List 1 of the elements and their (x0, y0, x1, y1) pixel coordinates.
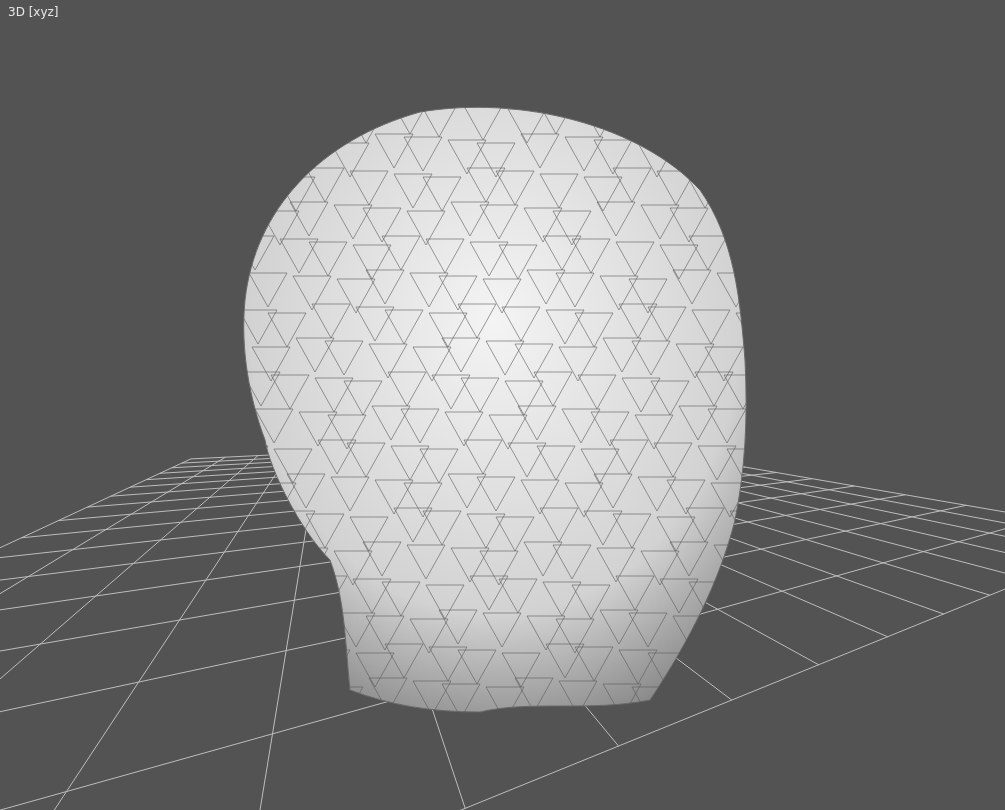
viewport-label: 3D [xyz] (8, 4, 59, 20)
